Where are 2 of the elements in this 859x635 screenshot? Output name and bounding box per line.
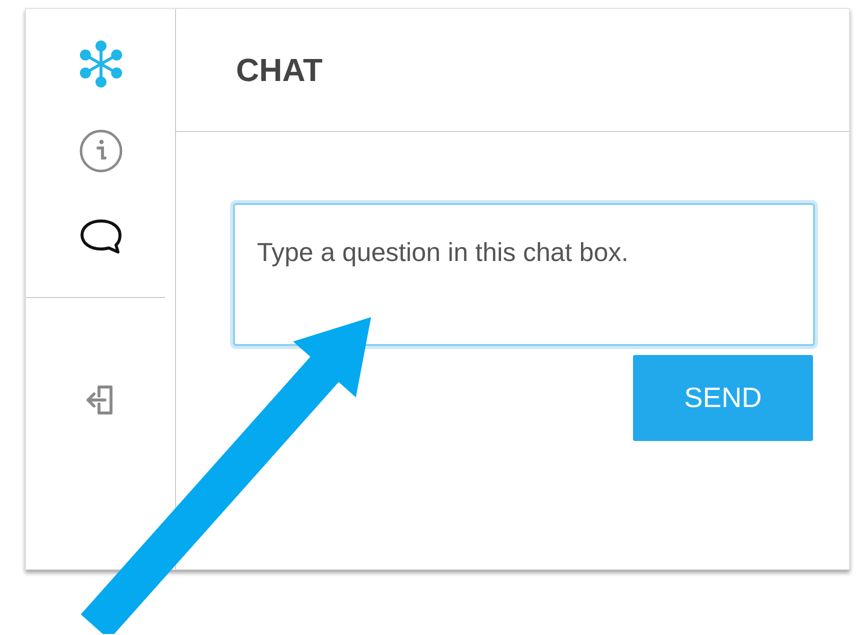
panel-title: CHAT: [236, 51, 322, 90]
chat-input-field[interactable]: Type a question in this chat box.: [233, 203, 815, 346]
